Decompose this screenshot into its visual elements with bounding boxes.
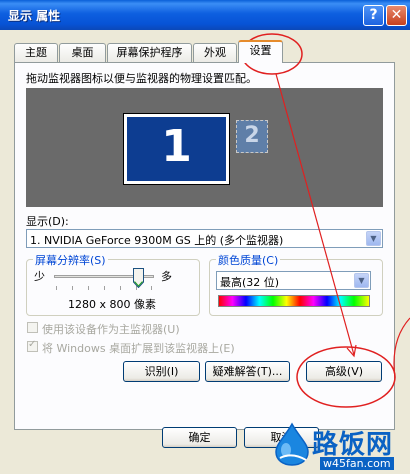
identify-button[interactable]: 识别(I) <box>123 361 200 382</box>
monitor-1-label: 1 <box>161 121 192 172</box>
ok-button[interactable]: 确定 <box>162 427 237 448</box>
resolution-slider-thumb[interactable] <box>133 268 144 288</box>
watermark-url: w45fan.com <box>320 457 394 470</box>
extend-desktop-checkbox[interactable] <box>27 339 38 352</box>
display-select[interactable]: 1. NVIDIA GeForce 9300M GS 上的 (多个监视器) ▼ <box>26 229 383 248</box>
resolution-less-label: 少 <box>34 270 45 283</box>
monitor-2-label: 2 <box>244 123 260 148</box>
color-spectrum-preview <box>218 295 370 307</box>
tab-settings-label: 设置 <box>249 44 272 57</box>
monitor-1-screen: 1 <box>127 117 226 181</box>
tab-appearance-label: 外观 <box>204 46 226 59</box>
color-quality-select[interactable]: 最高(32 位) ▼ <box>216 271 371 290</box>
chevron-down-icon[interactable]: ▼ <box>366 231 381 246</box>
tab-screensaver-label: 屏幕保护程序 <box>116 46 183 59</box>
watermark-text: 路饭网 <box>312 430 394 460</box>
tab-appearance[interactable]: 外观 <box>193 43 237 62</box>
troubleshoot-button[interactable]: 疑难解答(T)... <box>205 361 290 382</box>
advanced-button[interactable]: 高级(V) <box>306 361 382 382</box>
display-label: 显示(D): <box>26 215 69 228</box>
tab-desktop[interactable]: 桌面 <box>59 43 106 62</box>
site-watermark: 路饭网 w45fan.com <box>268 418 410 474</box>
color-quality-value: 最高(32 位) <box>220 276 280 289</box>
help-icon: ? <box>369 7 378 23</box>
resolution-more-label: 多 <box>161 270 172 283</box>
display-properties-dialog: 显示 属性 ? ✕ 主题 桌面 屏幕保护程序 外观 设置 拖动监视器图标以便与监… <box>0 0 410 474</box>
tab-settings[interactable]: 设置 <box>238 40 283 63</box>
extend-desktop-checkbox-label: 将 Windows 桌面扩展到该监视器上(E) <box>42 342 235 355</box>
display-select-value: 1. NVIDIA GeForce 9300M GS 上的 (多个监视器) <box>30 234 284 247</box>
tab-themes-label: 主题 <box>25 46 47 59</box>
primary-monitor-checkbox-label: 使用该设备作为主监视器(U) <box>42 323 180 336</box>
resolution-group-title: 屏幕分辨率(S) <box>33 252 108 268</box>
tab-desktop-label: 桌面 <box>71 46 94 59</box>
chevron-down-icon[interactable]: ▼ <box>354 273 369 288</box>
annotation-curve-right <box>393 317 410 379</box>
tab-themes[interactable]: 主题 <box>14 43 58 62</box>
primary-monitor-checkbox[interactable] <box>27 322 38 333</box>
tab-screensaver[interactable]: 屏幕保护程序 <box>107 43 192 62</box>
water-drop-logo-icon <box>275 422 309 466</box>
color-quality-group-title: 颜色质量(C) <box>216 252 281 268</box>
monitor-2-icon[interactable]: 2 <box>236 120 268 153</box>
resolution-value: 1280 x 800 像素 <box>68 298 156 311</box>
window-title: 显示 属性 <box>8 9 61 23</box>
monitor-1-icon[interactable]: 1 <box>123 113 230 185</box>
help-button[interactable]: ? <box>363 5 384 26</box>
instruction-text: 拖动监视器图标以便与监视器的物理设置匹配。 <box>26 72 257 85</box>
title-bar[interactable]: 显示 属性 ? ✕ <box>0 0 410 30</box>
close-icon: ✕ <box>390 7 403 23</box>
close-button[interactable]: ✕ <box>386 5 407 26</box>
